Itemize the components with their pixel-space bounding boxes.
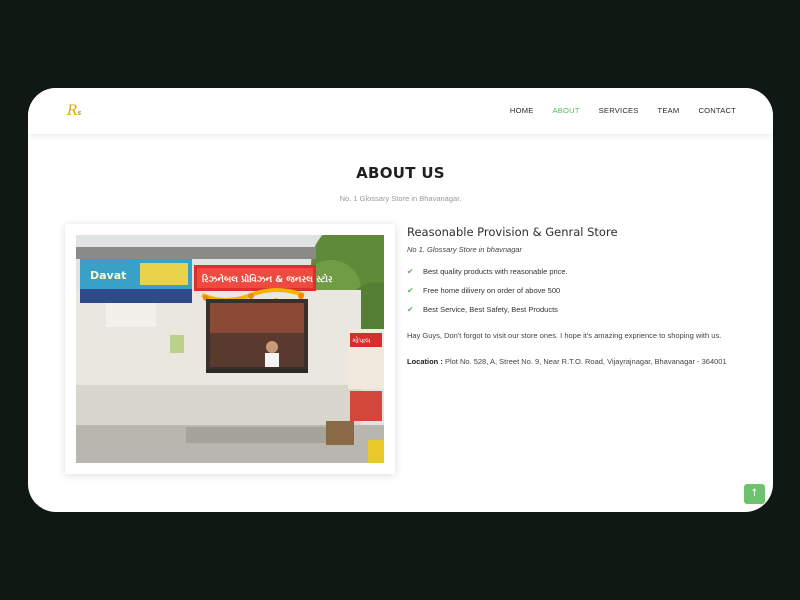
site-header: Rs HOME ABOUT SERVICES TEAM CONTACT: [28, 88, 773, 134]
main-nav: HOME ABOUT SERVICES TEAM CONTACT: [491, 106, 736, 115]
check-icon: ✔: [407, 286, 414, 295]
location-label: Location :: [407, 356, 443, 366]
site-logo[interactable]: Rs: [67, 101, 85, 121]
back-to-top-button[interactable]: ↑: [744, 484, 765, 504]
nav-team[interactable]: TEAM: [658, 106, 680, 115]
location-address: Plot No. 528, A, Street No. 9, Near R.T.…: [444, 356, 727, 366]
sign-davat-text: Davat: [90, 269, 126, 282]
logo-letter: R: [67, 103, 78, 119]
check-icon: ✔: [407, 305, 414, 314]
feature-text: Best quality products with reasonable pr…: [423, 267, 568, 276]
feature-item: ✔ Best quality products with reasonable p…: [407, 262, 742, 281]
banner-gopal-text: ગોપાલ: [352, 336, 371, 345]
store-heading: Reasonable Provision & Genral Store: [407, 225, 618, 239]
about-content: Reasonable Provision & Genral Store No 1…: [407, 224, 742, 368]
arrow-up-icon: ↑: [750, 488, 759, 499]
check-icon: ✔: [407, 267, 414, 276]
feature-text: Free home dilivery on order of above 500: [423, 286, 561, 295]
logo-sub: s: [77, 109, 82, 117]
store-photo: Davat રિઝનેબલ પ્રોવિઝન & જનરલ સ્ટોર ગોપા…: [76, 235, 384, 463]
nav-about[interactable]: ABOUT: [553, 106, 580, 115]
feature-item: ✔ Best Service, Best Safety, Best Product…: [407, 300, 742, 319]
nav-home[interactable]: HOME: [510, 106, 534, 115]
nav-contact[interactable]: CONTACT: [698, 106, 736, 115]
store-photo-frame: Davat રિઝનેબલ પ્રોવિઝન & જનરલ સ્ટોર ગોપા…: [65, 224, 395, 474]
feature-list: ✔ Best quality products with reasonable p…: [407, 262, 742, 319]
section-title: ABOUT US: [356, 164, 445, 182]
feature-text: Best Service, Best Safety, Best Products: [423, 305, 558, 314]
intro-text: Hay Guys, Don't forgot to visit our stor…: [407, 331, 722, 340]
location-text: Location : Plot No. 528, A, Street No. 9…: [407, 356, 742, 369]
store-tagline: No 1. Glossary Store in bhavnagar: [407, 245, 523, 254]
store-photo-illustration: Davat રિઝનેબલ પ્રોવિઝન & જનરલ સ્ટોર ગોપા…: [76, 235, 384, 463]
feature-item: ✔ Free home dilivery on order of above 50…: [407, 281, 742, 300]
section-subtitle: No. 1 Glossary Store in Bhavanagar.: [339, 194, 462, 203]
nav-services[interactable]: SERVICES: [599, 106, 639, 115]
page-card: Rs HOME ABOUT SERVICES TEAM CONTACT ABOU…: [28, 88, 773, 512]
